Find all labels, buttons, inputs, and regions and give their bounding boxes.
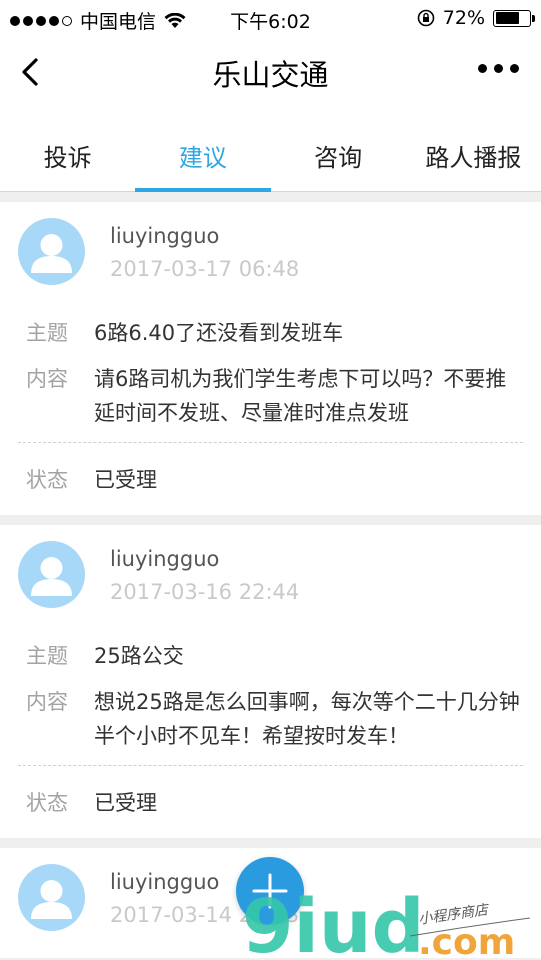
post-header: liuyingguo 2017-03-17 06:48 — [18, 202, 523, 312]
rotation-lock-icon — [417, 9, 435, 27]
add-post-button[interactable] — [236, 857, 304, 925]
tab-consult[interactable]: 咨询 — [271, 108, 406, 191]
nav-bar: 乐山交通 — [0, 36, 541, 108]
post-card[interactable]: liuyingguo 2017-03-16 22:44 主题 25路公交 内容 … — [0, 525, 541, 838]
battery-icon — [493, 9, 535, 27]
status-value: 已受理 — [94, 791, 157, 815]
plus-icon — [252, 873, 288, 909]
content-row: 内容 想说25路是怎么回事啊，每次等个二十几分钟半个小时不见车！希望按时发车！ — [18, 681, 523, 761]
status-right: 72% — [417, 7, 535, 29]
avatar — [18, 864, 85, 931]
post-header: liuyingguo 2017-03-16 22:44 — [18, 525, 523, 635]
username: liuyingguo — [110, 224, 220, 248]
subject-value: 6路6.40了还没看到发班车 — [94, 321, 344, 345]
username: liuyingguo — [110, 547, 220, 571]
status-label: 状态 — [26, 791, 68, 815]
avatar — [18, 218, 85, 285]
content-row: 内容 请6路司机为我们学生考虑下可以吗？不要推延时间不发班、尽量准时准点发班 — [18, 358, 523, 438]
subject-row: 主题 6路6.40了还没看到发班车 — [18, 312, 523, 358]
content-value: 想说25路是怎么回事啊，每次等个二十几分钟半个小时不见车！希望按时发车！ — [94, 690, 520, 748]
status-row: 状态 已受理 — [18, 443, 523, 515]
subject-label: 主题 — [26, 644, 68, 668]
post-date: 2017-03-17 06:48 — [110, 257, 300, 281]
post-date: 2017-03-16 22:44 — [110, 580, 300, 604]
page-title: 乐山交通 — [212, 58, 329, 92]
content-value: 请6路司机为我们学生考虑下可以吗？不要推延时间不发班、尽量准时准点发班 — [94, 367, 507, 425]
tab-suggestion[interactable]: 建议 — [135, 108, 271, 192]
status-label: 状态 — [26, 468, 68, 492]
battery-percent: 72% — [442, 7, 485, 29]
subject-row: 主题 25路公交 — [18, 635, 523, 681]
more-icon[interactable] — [478, 64, 519, 73]
subject-value: 25路公交 — [94, 644, 184, 668]
status-bar: 中国电信 下午6:02 72% — [0, 0, 541, 36]
username: liuyingguo — [110, 870, 220, 894]
content-label: 内容 — [26, 367, 68, 391]
status-row: 状态 已受理 — [18, 766, 523, 838]
user-icon — [31, 234, 72, 273]
tab-passerby-report[interactable]: 路人播报 — [406, 108, 541, 191]
post-list: liuyingguo 2017-03-17 06:48 主题 6路6.40了还没… — [0, 192, 541, 958]
content-label: 内容 — [26, 690, 68, 714]
post-card[interactable]: liuyingguo 2017-03-17 06:48 主题 6路6.40了还没… — [0, 202, 541, 515]
user-icon — [31, 880, 72, 919]
subject-label: 主题 — [26, 321, 68, 345]
tab-complaint[interactable]: 投诉 — [0, 108, 135, 191]
tab-bar: 投诉 建议 咨询 路人播报 — [0, 108, 541, 192]
status-value: 已受理 — [94, 468, 157, 492]
user-icon — [31, 557, 72, 596]
avatar — [18, 541, 85, 608]
